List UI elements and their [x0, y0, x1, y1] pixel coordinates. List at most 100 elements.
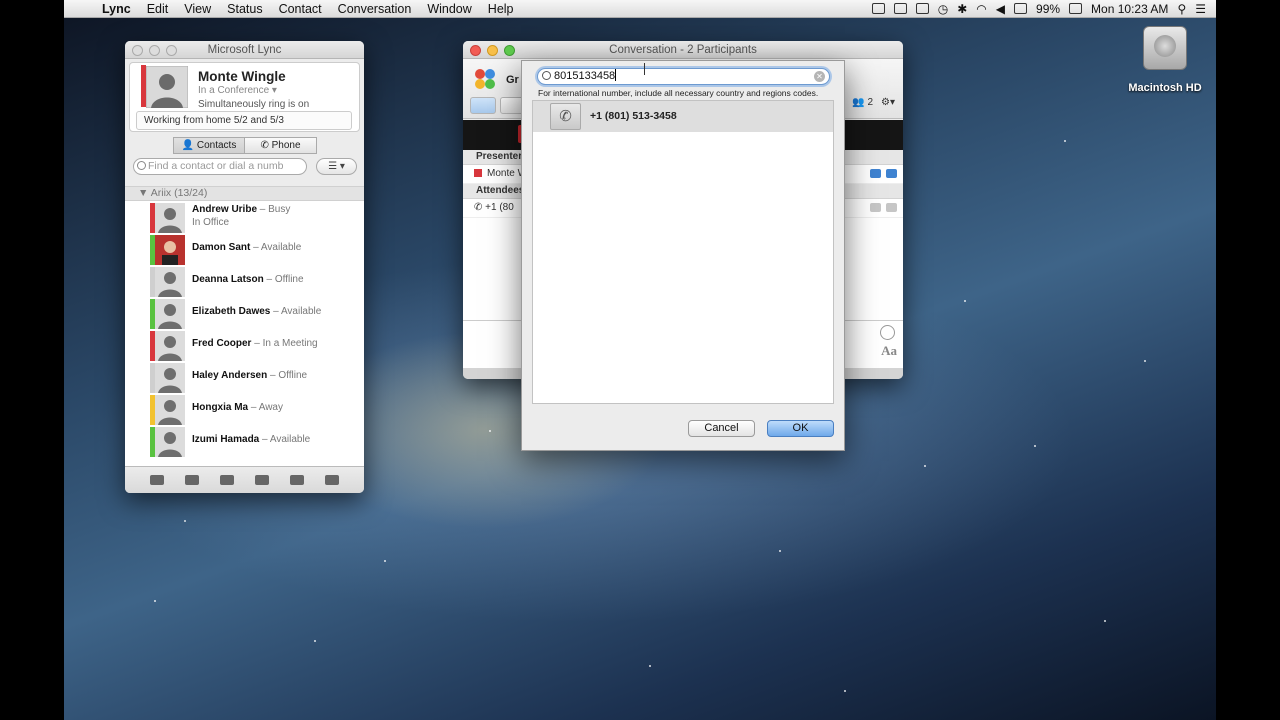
search-placeholder: Find a contact or dial a numb	[148, 160, 284, 172]
im-button[interactable]	[470, 97, 496, 114]
phone-icon[interactable]	[886, 203, 897, 212]
airplay-icon[interactable]	[893, 3, 907, 14]
disclosure-triangle-icon[interactable]: ▼	[138, 187, 151, 199]
screen-share-icon[interactable]	[871, 3, 885, 14]
menu-edit[interactable]: Edit	[139, 2, 177, 16]
zoom-button[interactable]	[166, 45, 177, 56]
contact-avatar	[155, 299, 185, 329]
battery-percent[interactable]: 99%	[1036, 2, 1060, 16]
transfer-icon[interactable]	[149, 475, 164, 485]
window-title: Conversation - 2 Participants	[609, 44, 757, 56]
wifi-icon[interactable]: ◠	[976, 2, 986, 16]
group-header[interactable]: ▼ Ariix (13/24)	[125, 186, 364, 201]
contact-name: Andrew Uribe	[192, 204, 258, 215]
user-name: Monte Wingle	[198, 69, 286, 84]
macintosh-hd-drive[interactable]: Macintosh HD	[1120, 26, 1210, 94]
font-icon[interactable]: Aa	[881, 343, 897, 359]
notification-center-icon[interactable]: ☰	[1195, 2, 1206, 16]
contact-status: Away	[258, 402, 283, 413]
call-icon[interactable]	[219, 475, 234, 485]
contact-row-haley-andersen[interactable]: Haley Andersen – Offline	[125, 361, 364, 393]
result-list: ✆ +1 (801) 513-3458	[532, 100, 834, 404]
keyboard-icon[interactable]	[915, 3, 929, 14]
battery-icon[interactable]	[1069, 3, 1083, 14]
contact-photo	[155, 235, 185, 265]
contact-row-fred-cooper[interactable]: Fred Cooper – In a Meeting	[125, 329, 364, 361]
contact-avatar	[155, 363, 185, 393]
close-button[interactable]	[470, 45, 481, 56]
tab-contacts[interactable]: 👤 Contacts	[173, 137, 245, 154]
drive-label: Macintosh HD	[1128, 82, 1202, 94]
attendee-number: +1 (80	[485, 202, 514, 213]
view-options-button[interactable]: ☰ ▾	[316, 158, 357, 175]
menu-status[interactable]: Status	[219, 2, 270, 16]
participants-count: 2	[867, 97, 874, 108]
chat-icon[interactable]	[870, 169, 881, 178]
contact-list: Andrew Uribe – Busy In Office Damon Sant…	[125, 201, 364, 466]
spotlight-icon[interactable]: ⚲	[1177, 2, 1186, 16]
contact-avatar	[155, 203, 185, 233]
minimize-button[interactable]	[487, 45, 498, 56]
avatar[interactable]	[146, 66, 188, 108]
group-logo-icon	[475, 69, 495, 89]
result-row[interactable]: ✆ +1 (801) 513-3458	[533, 101, 833, 132]
emoticon-icon[interactable]	[880, 325, 895, 340]
contact-row-elizabeth-dawes[interactable]: Elizabeth Dawes – Available	[125, 297, 364, 329]
menu-contact[interactable]: Contact	[271, 2, 330, 16]
volume-icon[interactable]: ◀	[996, 2, 1005, 16]
settings-gear-icon[interactable]: ⚙▾	[881, 97, 895, 108]
ok-button[interactable]: OK	[767, 420, 834, 437]
contact-status: Available	[280, 306, 322, 317]
menu-window[interactable]: Window	[419, 2, 479, 16]
email-icon[interactable]	[290, 475, 305, 485]
group-count: (13/24)	[174, 187, 208, 199]
contact-status: Busy	[268, 204, 291, 215]
minimize-button[interactable]	[149, 45, 160, 56]
ring-note: Simultaneously ring is on	[198, 99, 310, 110]
input-menu-icon[interactable]	[1014, 3, 1028, 14]
phone-icon: ✆	[474, 202, 486, 213]
contact-row-andrew-uribe[interactable]: Andrew Uribe – Busy In Office	[125, 201, 364, 233]
clear-icon[interactable]: ✕	[814, 71, 825, 82]
hard-drive-icon[interactable]	[1143, 26, 1187, 70]
chat-icon[interactable]	[870, 203, 881, 212]
contact-status: Available	[260, 242, 302, 253]
group-name: Gr	[506, 74, 519, 86]
search-icon	[137, 161, 146, 170]
menu-view[interactable]: View	[176, 2, 219, 16]
person-icon: 👤	[181, 140, 197, 151]
phone-icon[interactable]	[886, 169, 897, 178]
phone-number-input[interactable]: 8015133458 ✕	[537, 68, 830, 85]
cancel-button[interactable]: Cancel	[688, 420, 755, 437]
contact-row-hongxia-ma[interactable]: Hongxia Ma – Away	[125, 393, 364, 425]
personal-note-field[interactable]: Working from home 5/2 and 5/3	[136, 111, 352, 130]
menu-help[interactable]: Help	[480, 2, 522, 16]
presence-indicator	[474, 169, 482, 177]
tab-phone[interactable]: ✆ Phone	[245, 137, 317, 154]
tab-phone-label: Phone	[271, 140, 301, 151]
user-status-dropdown[interactable]: In a Conference ▾	[198, 85, 277, 96]
lync-titlebar[interactable]: Microsoft Lync	[125, 41, 364, 59]
contact-avatar	[155, 427, 185, 457]
clock[interactable]: Mon 10:23 AM	[1091, 2, 1168, 16]
contact-row-izumi-hamada[interactable]: Izumi Hamada – Available	[125, 425, 364, 457]
contact-location: In Office	[192, 217, 230, 228]
contact-row-damon-sant[interactable]: Damon Sant – Available	[125, 233, 364, 265]
contact-avatar	[155, 331, 185, 361]
zoom-button[interactable]	[504, 45, 515, 56]
phone-icon: ✆	[550, 103, 581, 130]
contact-row-deanna-latson[interactable]: Deanna Latson – Offline	[125, 265, 364, 297]
calendar-icon[interactable]	[325, 475, 340, 485]
contact-name: Damon Sant	[192, 242, 251, 253]
bluetooth-icon[interactable]: ✱	[957, 2, 967, 16]
chat-icon[interactable]	[184, 475, 199, 485]
conversation-titlebar[interactable]: Conversation - 2 Participants	[463, 41, 903, 59]
menu-app[interactable]: Lync	[94, 2, 139, 16]
video-icon[interactable]	[255, 475, 270, 485]
close-button[interactable]	[132, 45, 143, 56]
time-machine-icon[interactable]: ◷	[938, 2, 948, 16]
menu-conversation[interactable]: Conversation	[330, 2, 420, 16]
contact-status: Available	[269, 434, 311, 445]
contact-search-input[interactable]: Find a contact or dial a numb	[133, 158, 307, 175]
participants-icon[interactable]: 👥 2	[852, 97, 873, 108]
